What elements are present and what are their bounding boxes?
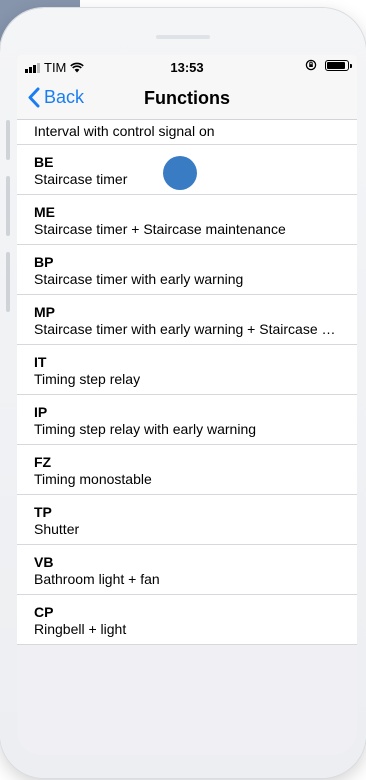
list-item-cp[interactable]: CP Ringbell + light: [17, 595, 357, 645]
phone-side-button: [6, 176, 10, 236]
phone-side-button: [6, 252, 10, 312]
list-item-ip[interactable]: IP Timing step relay with early warning: [17, 395, 357, 445]
list-item-code: CP: [34, 604, 54, 620]
list-item-code: BE: [34, 154, 54, 170]
list-item-me[interactable]: ME Staircase timer + Staircase maintenanc…: [17, 195, 357, 245]
list-item-code: IT: [34, 354, 47, 370]
list-item-description: Interval with control signal on: [34, 123, 215, 139]
battery-fill: [327, 61, 345, 69]
list-item-code: IP: [34, 404, 48, 420]
phone-speaker: [156, 35, 210, 39]
list-item-description: Bathroom light + fan: [34, 571, 160, 587]
list-item-description: Timing step relay: [34, 371, 141, 387]
phone-side-button: [6, 120, 10, 160]
list-item-description: Timing step relay with early warning: [34, 421, 257, 437]
functions-list: Interval with control signal on BE Stairc…: [17, 120, 357, 645]
list-item-description: Staircase timer with early warning + Sta…: [34, 321, 343, 337]
list-item-description: Staircase timer with early warning: [34, 271, 244, 287]
list-item-description: Ringbell + light: [34, 621, 127, 637]
list-item-description: Shutter: [34, 521, 80, 537]
list-item-description: Staircase timer + Staircase maintenance: [34, 221, 286, 237]
list-item-code: VB: [34, 554, 54, 570]
list-item-it[interactable]: IT Timing step relay: [17, 345, 357, 395]
list-item-tp[interactable]: TP Shutter: [17, 495, 357, 545]
list-item-code: ME: [34, 204, 55, 220]
list-item-vb[interactable]: VB Bathroom light + fan: [17, 545, 357, 595]
list-item-fz[interactable]: FZ Timing monostable: [17, 445, 357, 495]
list-item-mp[interactable]: MP Staircase timer with early warning + S…: [17, 295, 357, 345]
page-title: Functions: [144, 88, 230, 108]
app-screen: TIM 13:53 Back Functions Interval with c…: [17, 55, 357, 755]
device-frame-stage: TIM 13:53 Back Functions Interval with c…: [0, 0, 366, 780]
list-item-code: BP: [34, 254, 54, 270]
list-item-bp[interactable]: BP Staircase timer with early warning: [17, 245, 357, 295]
status-right-icons: [305, 59, 352, 71]
battery-icon: [325, 59, 352, 71]
list-item-code: MP: [34, 304, 55, 320]
list-item-code: FZ: [34, 454, 52, 470]
orientation-lock-icon: [305, 59, 317, 71]
phone-frame: TIM 13:53 Back Functions Interval with c…: [0, 8, 366, 778]
status-bar: TIM 13:53: [17, 55, 357, 79]
touch-indicator: [163, 156, 197, 190]
list-item-code: TP: [34, 504, 52, 520]
navigation-bar: Back Functions: [17, 79, 357, 120]
list-item-partial[interactable]: Interval with control signal on: [17, 120, 357, 145]
list-item-description: Timing monostable: [34, 471, 152, 487]
